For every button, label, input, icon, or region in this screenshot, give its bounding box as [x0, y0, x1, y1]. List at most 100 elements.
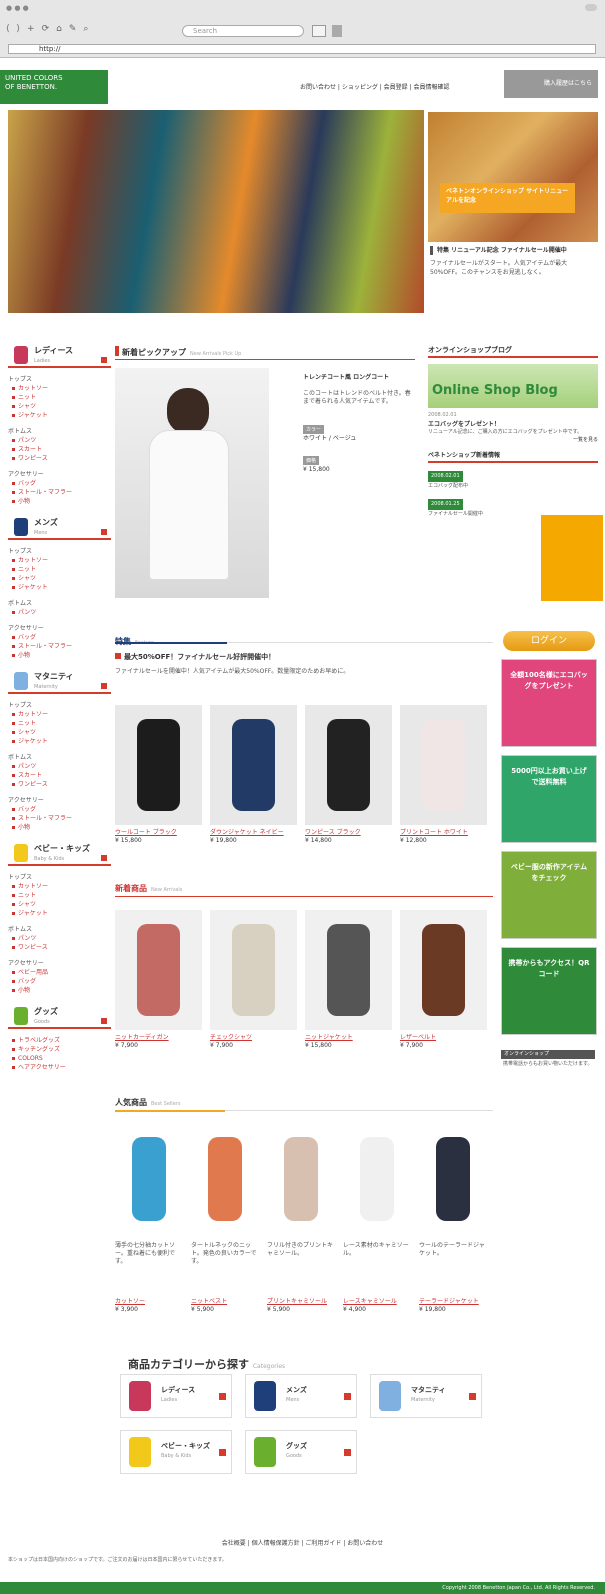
sidebar-item[interactable]: キッチングッズ	[8, 1045, 111, 1054]
product-card[interactable]: 薄手の七分袖カットソー。重ね着にも便利です。 カットソー ¥ 3,900	[115, 1124, 183, 1313]
address-bar[interactable]: http://	[8, 44, 596, 54]
toolbar-toggle-button[interactable]	[585, 4, 597, 11]
sidebar-item[interactable]: パンツ	[8, 934, 111, 943]
sidebar-item[interactable]: スカート	[8, 771, 111, 780]
promo-banner[interactable]: ベビー服の新作アイテムをチェック	[501, 851, 597, 939]
product-card[interactable]: ダウンジャケット ネイビー ¥ 19,800	[210, 705, 297, 844]
sidebar-item[interactable]: 小物	[8, 497, 111, 506]
sidebar-category-header[interactable]: グッズ Goods	[8, 1005, 111, 1029]
sidebar-item[interactable]: ジャケット	[8, 583, 111, 592]
sidebar-category-header[interactable]: ベビー・キッズ Baby & Kids	[8, 842, 111, 866]
sidebar-item[interactable]: 小物	[8, 986, 111, 995]
category-tile[interactable]: メンズ Mens	[245, 1374, 357, 1418]
product-card[interactable]: フリル付きのプリントキャミソール。 プリントキャミソール ¥ 5,900	[267, 1124, 335, 1313]
sidebar-item[interactable]: COLORS	[8, 1054, 111, 1063]
page-icon[interactable]	[332, 25, 342, 37]
sidebar-item[interactable]: スカート	[8, 445, 111, 454]
sidebar-item[interactable]: ベビー用品	[8, 968, 111, 977]
news-item[interactable]: 2008.02.01 エコバッグ配布中	[428, 471, 598, 491]
nav-button-icon[interactable]: ✎	[69, 24, 77, 38]
blog-banner[interactable]: Online Shop Blog	[428, 364, 598, 408]
sidebar-category-header[interactable]: マタニティ Maternity	[8, 670, 111, 694]
product-image[interactable]	[400, 910, 487, 1030]
product-name[interactable]: テーラードジャケット	[419, 1298, 487, 1306]
sidebar-item[interactable]: カットソー	[8, 710, 111, 719]
footer-links[interactable]: 会社概要 | 個人情報保護方針 | ご利用ガイド | お問い合わせ	[0, 1538, 605, 1547]
sidebar-item[interactable]: バッグ	[8, 633, 111, 642]
nav-button-icon[interactable]: ⟩	[17, 24, 21, 38]
sidebar-category-header[interactable]: レディース Ladies	[8, 344, 111, 368]
sidebar-item[interactable]: パンツ	[8, 762, 111, 771]
product-name[interactable]: ウールコート ブラック	[115, 829, 202, 837]
product-name[interactable]: レザーベルト	[400, 1034, 487, 1042]
sidebar-item[interactable]: ストール・マフラー	[8, 488, 111, 497]
product-name[interactable]: レースキャミソール	[343, 1298, 411, 1306]
brand-logo[interactable]: UNITED COLORS OF BENETTON.	[0, 70, 108, 104]
news-text[interactable]: エコバッグ配布中	[428, 482, 598, 491]
product-image[interactable]	[400, 705, 487, 825]
renewal-badge[interactable]: ベネトンオンラインショップ サイトリニューアルを記念	[440, 183, 575, 213]
product-image[interactable]	[343, 1124, 411, 1234]
sale-title[interactable]: 最大50%OFF！ファイナルセール好評開催中！	[124, 653, 275, 661]
sidebar-item[interactable]: パンツ	[8, 436, 111, 445]
search-input[interactable]: Search	[182, 25, 304, 37]
product-image[interactable]	[115, 705, 202, 825]
sidebar-item[interactable]: ワンピース	[8, 780, 111, 789]
hero-side-image[interactable]	[428, 112, 598, 242]
product-card[interactable]: レース素材のキャミソール。 レースキャミソール ¥ 4,900	[343, 1124, 411, 1313]
window-controls[interactable]: ● ● ●	[6, 4, 29, 12]
sidebar-item[interactable]: カットソー	[8, 882, 111, 891]
sidebar-item[interactable]: ワンピース	[8, 454, 111, 463]
blog-more-link[interactable]: 一覧を見る	[428, 436, 598, 445]
bookmark-icon[interactable]	[312, 25, 326, 37]
product-card[interactable]: ニットジャケット ¥ 15,800	[305, 910, 392, 1049]
product-card[interactable]: ニットカーディガン ¥ 7,900	[115, 910, 202, 1049]
product-card[interactable]: チェックシャツ ¥ 7,900	[210, 910, 297, 1049]
header-links[interactable]: お問い合わせ | ショッピング | 会員登録 | 会員情報確認	[300, 82, 450, 91]
product-name[interactable]: ニットベスト	[191, 1298, 259, 1306]
sidebar-item[interactable]: ニット	[8, 891, 111, 900]
product-image[interactable]	[305, 910, 392, 1030]
product-card[interactable]: ウールコート ブラック ¥ 15,800	[115, 705, 202, 844]
promo-banner[interactable]: 携帯からもアクセス！QRコード	[501, 947, 597, 1035]
sidebar-item[interactable]: シャツ	[8, 402, 111, 411]
product-name[interactable]: ニットカーディガン	[115, 1034, 202, 1042]
sidebar-item[interactable]: 小物	[8, 651, 111, 660]
product-name[interactable]: カットソー	[115, 1298, 183, 1306]
nav-button-icon[interactable]: +	[27, 24, 35, 38]
product-image[interactable]	[115, 1124, 183, 1234]
sidebar-item[interactable]: バッグ	[8, 805, 111, 814]
product-image[interactable]	[210, 910, 297, 1030]
product-name[interactable]: ワンピース ブラック	[305, 829, 392, 837]
sidebar-item[interactable]: カットソー	[8, 384, 111, 393]
sidebar-item[interactable]: ワンピース	[8, 943, 111, 952]
product-name[interactable]: ダウンジャケット ネイビー	[210, 829, 297, 837]
sidebar-item[interactable]: カットソー	[8, 556, 111, 565]
sidebar-item[interactable]: 小物	[8, 823, 111, 832]
sidebar-item[interactable]: ニット	[8, 565, 111, 574]
category-tile[interactable]: レディース Ladies	[120, 1374, 232, 1418]
product-card[interactable]: レザーベルト ¥ 7,900	[400, 910, 487, 1049]
sidebar-item[interactable]: パンツ	[8, 608, 111, 617]
hero-side-title[interactable]: 特集 リニューアル記念 ファイナルセール開催中	[430, 246, 598, 255]
product-name[interactable]: チェックシャツ	[210, 1034, 297, 1042]
sidebar-item[interactable]: シャツ	[8, 728, 111, 737]
product-name[interactable]: プリントコート ホワイト	[400, 829, 487, 837]
sidebar-item[interactable]: ストール・マフラー	[8, 642, 111, 651]
login-button[interactable]: ログイン	[503, 631, 595, 651]
nav-button-icon[interactable]: ⌕	[83, 24, 88, 38]
sidebar-item[interactable]: バッグ	[8, 977, 111, 986]
product-card[interactable]: タートルネックのニット。発色の良いカラーです。 ニットベスト ¥ 5,900	[191, 1124, 259, 1313]
nav-button-icon[interactable]: ⌂	[56, 24, 62, 38]
sidebar-category-header[interactable]: メンズ Mens	[8, 516, 111, 540]
category-tile[interactable]: グッズ Goods	[245, 1430, 357, 1474]
product-image[interactable]	[419, 1124, 487, 1234]
nav-button-icon[interactable]: ⟨	[6, 24, 10, 38]
sidebar-item[interactable]: シャツ	[8, 574, 111, 583]
sidebar-item[interactable]: ヘアアクセサリー	[8, 1063, 111, 1072]
sidebar-item[interactable]: ニット	[8, 719, 111, 728]
sidebar-item[interactable]: ニット	[8, 393, 111, 402]
promo-banner[interactable]: 5000円以上お買い上げで送料無料	[501, 755, 597, 843]
product-card[interactable]: ワンピース ブラック ¥ 14,800	[305, 705, 392, 844]
blog-post-title[interactable]: エコバッグをプレゼント！	[428, 420, 598, 429]
